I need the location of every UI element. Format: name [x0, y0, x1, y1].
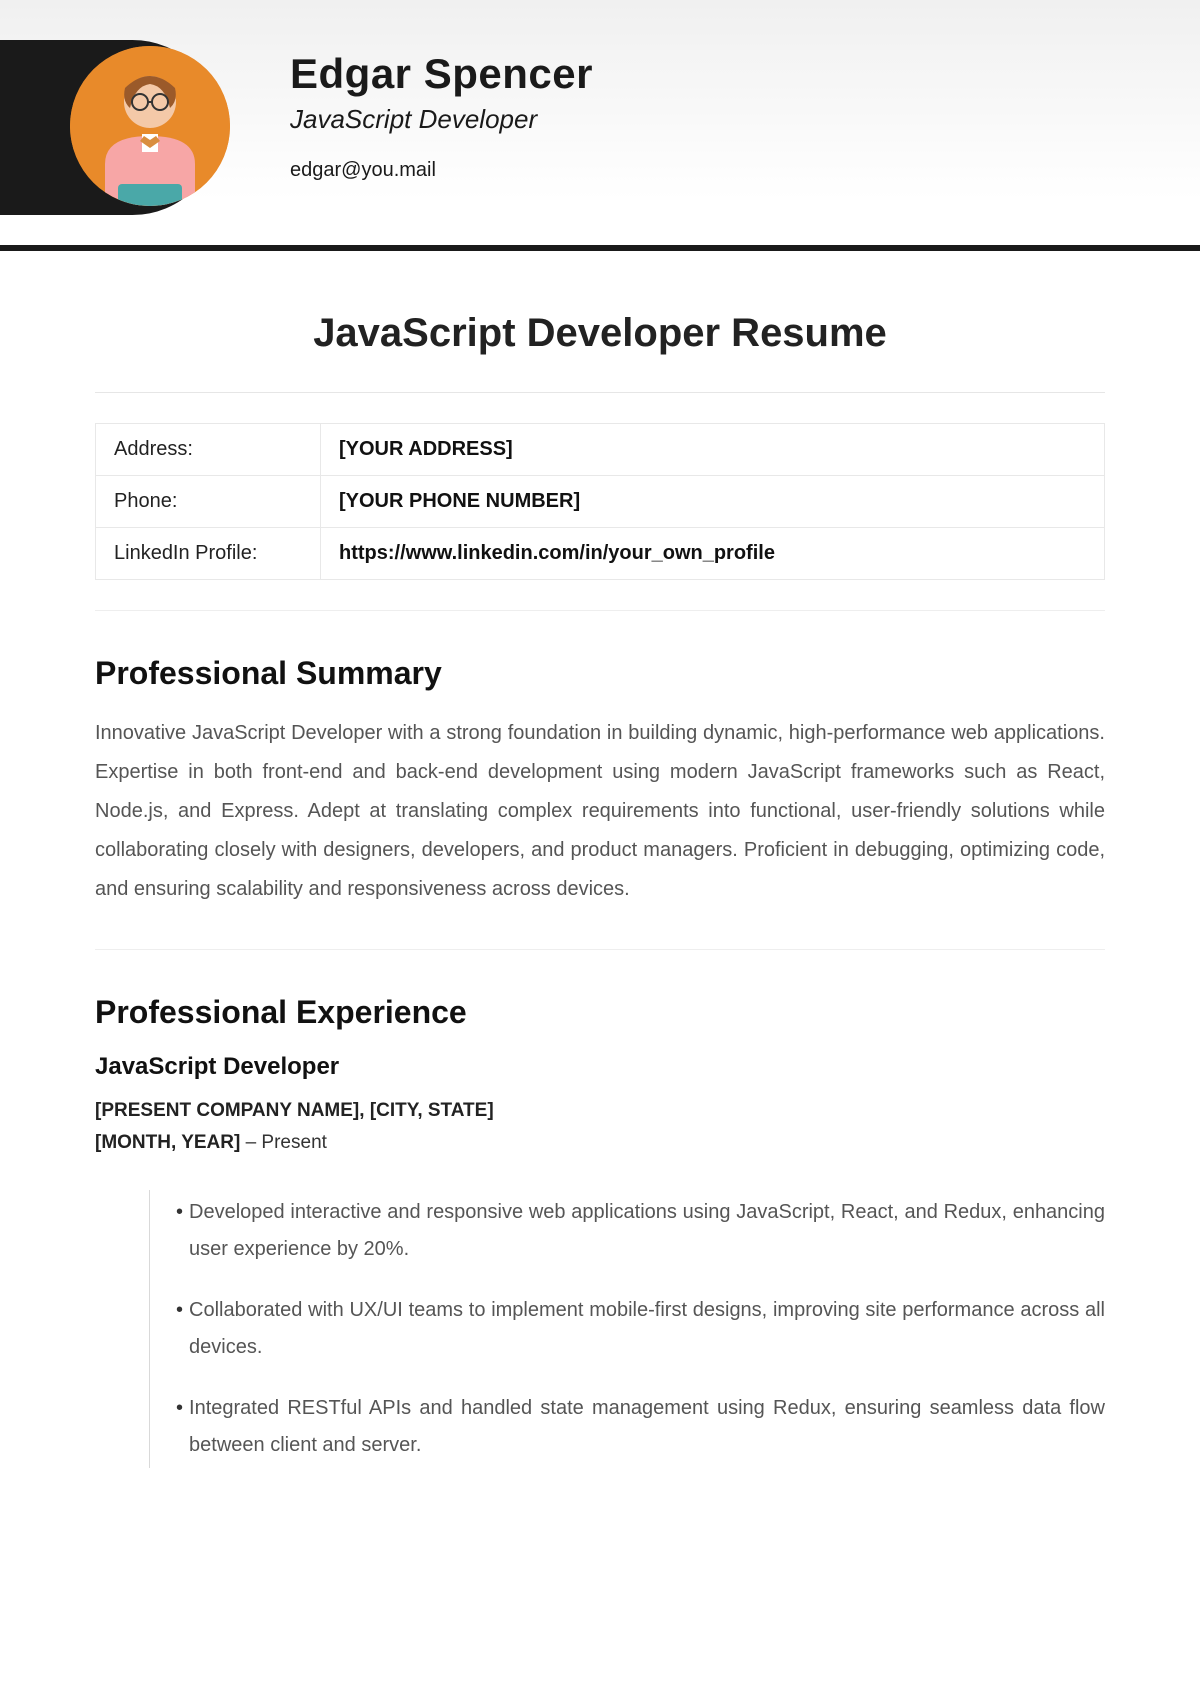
experience-heading: Professional Experience [95, 994, 1105, 1031]
table-row: Phone: [YOUR PHONE NUMBER] [96, 476, 1105, 528]
list-item: • Integrated RESTful APIs and handled st… [176, 1390, 1105, 1464]
bullet-text: Developed interactive and responsive web… [189, 1194, 1105, 1268]
info-label: Phone: [96, 476, 321, 528]
header: Edgar Spencer JavaScript Developer edgar… [0, 0, 1200, 215]
table-row: Address: [YOUR ADDRESS] [96, 424, 1105, 476]
bullet-text: Collaborated with UX/UI teams to impleme… [189, 1292, 1105, 1366]
document-title: JavaScript Developer Resume [95, 311, 1105, 356]
resume-page: Edgar Spencer JavaScript Developer edgar… [0, 0, 1200, 1701]
job-date-end: – Present [240, 1132, 327, 1153]
person-email: edgar@you.mail [290, 159, 593, 182]
section-divider [95, 610, 1105, 611]
summary-heading: Professional Summary [95, 655, 1105, 692]
person-name: Edgar Spencer [290, 50, 593, 98]
summary-text: Innovative JavaScript Developer with a s… [95, 714, 1105, 909]
job-date-start: [MONTH, YEAR] [95, 1132, 240, 1153]
bullet-dot-icon: • [176, 1390, 183, 1464]
title-divider [95, 392, 1105, 393]
info-label: LinkedIn Profile: [96, 528, 321, 580]
info-value: [YOUR ADDRESS] [321, 424, 1105, 476]
avatar [70, 46, 230, 206]
bullet-dot-icon: • [176, 1194, 183, 1268]
info-value: [YOUR PHONE NUMBER] [321, 476, 1105, 528]
person-role: JavaScript Developer [290, 104, 593, 135]
list-item: • Developed interactive and responsive w… [176, 1194, 1105, 1268]
contact-info-table: Address: [YOUR ADDRESS] Phone: [YOUR PHO… [95, 423, 1105, 580]
bullet-list: • Developed interactive and responsive w… [149, 1190, 1105, 1468]
avatar-person-icon [70, 46, 230, 206]
content: JavaScript Developer Resume Address: [YO… [0, 251, 1200, 1468]
avatar-container [0, 40, 250, 215]
section-divider [95, 949, 1105, 950]
job-company-line: [PRESENT COMPANY NAME], [CITY, STATE] [95, 1095, 1105, 1127]
header-text: Edgar Spencer JavaScript Developer edgar… [250, 40, 593, 182]
info-label: Address: [96, 424, 321, 476]
info-value: https://www.linkedin.com/in/your_own_pro… [321, 528, 1105, 580]
job-title: JavaScript Developer [95, 1053, 1105, 1081]
list-item: • Collaborated with UX/UI teams to imple… [176, 1292, 1105, 1366]
bullet-dot-icon: • [176, 1292, 183, 1366]
table-row: LinkedIn Profile: https://www.linkedin.c… [96, 528, 1105, 580]
bullet-text: Integrated RESTful APIs and handled stat… [189, 1390, 1105, 1464]
job-date-line: [MONTH, YEAR] – Present [95, 1127, 1105, 1159]
